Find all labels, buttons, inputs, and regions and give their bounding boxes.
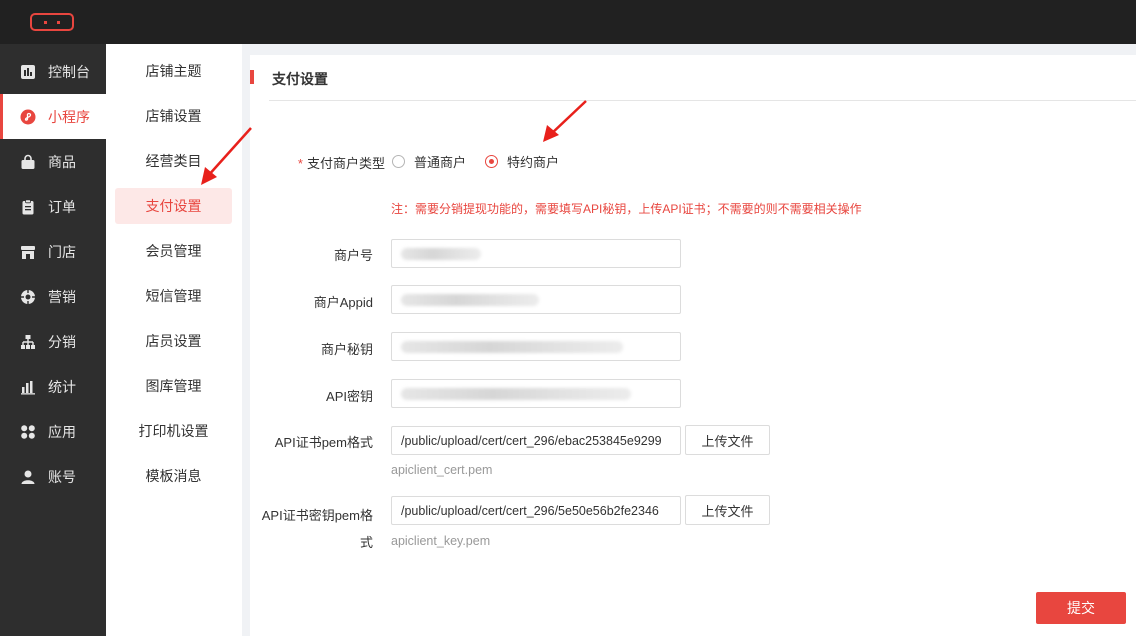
upload-cert-button[interactable]: 上传文件	[685, 425, 770, 455]
sidebar-item-label: 控制台	[48, 63, 90, 80]
radio-label: 特约商户	[507, 155, 560, 170]
redacted-value	[401, 387, 631, 400]
redacted-value	[401, 293, 539, 306]
subnav-item-gallery-management[interactable]: 图库管理	[115, 368, 232, 404]
sidebar-item-label: 营销	[48, 288, 76, 305]
subnav-item-business-category[interactable]: 经营类目	[115, 143, 232, 179]
merchant-id-input[interactable]	[391, 239, 681, 268]
subnav-item-store-settings[interactable]: 店铺设置	[115, 98, 232, 134]
hierarchy-icon	[19, 333, 37, 351]
sidebar-item-orders[interactable]: 订单	[0, 184, 106, 229]
merchant-type-label: * 支付商户类型	[297, 156, 385, 171]
api-key-label: API密钥	[326, 389, 373, 404]
clipboard-icon	[19, 198, 37, 216]
key-pem-label: API证书密钥pem格 式	[261, 508, 373, 550]
logo-icon[interactable]	[30, 13, 74, 31]
sidebar-item-distribution[interactable]: 分销	[0, 319, 106, 364]
merchant-appid-label: 商户Appid	[313, 295, 373, 310]
note-text: 注：需要分销提现功能的，需要填写API秘钥，上传API证书；不需要的则不需要相关…	[391, 202, 862, 216]
main-sidebar: 控制台 小程序 商品 订单 门店 营销 分销 统计 应用 账号	[0, 44, 106, 636]
section-title: 支付设置	[272, 71, 328, 87]
merchant-secret-label: 商户秘钥	[320, 342, 373, 357]
sidebar-item-stores[interactable]: 门店	[0, 229, 106, 274]
apps-grid-icon	[19, 423, 37, 441]
marketing-icon	[19, 288, 37, 306]
sidebar-item-label: 小程序	[48, 108, 90, 125]
sidebar-item-label: 商品	[48, 153, 76, 170]
sidebar-item-marketing[interactable]: 营销	[0, 274, 106, 319]
key-pem-input[interactable]: /public/upload/cert/cert_296/5e50e56b2fe…	[391, 496, 681, 525]
shopping-bag-icon	[19, 153, 37, 171]
subnav-item-printer-settings[interactable]: 打印机设置	[115, 413, 232, 449]
subnav-item-store-theme[interactable]: 店铺主题	[115, 53, 232, 89]
subnav-item-member-management[interactable]: 会员管理	[115, 233, 232, 269]
payment-settings-panel: 支付设置 * 支付商户类型 普通商户 特约商户 注：需要分销提现功能的，需要填写A…	[250, 55, 1136, 636]
redacted-value	[401, 247, 481, 260]
dashboard-icon	[19, 63, 37, 81]
subnav-item-template-messages[interactable]: 模板消息	[115, 458, 232, 494]
section-divider	[269, 100, 1136, 101]
sidebar-item-label: 账号	[48, 468, 76, 485]
bar-chart-icon	[19, 378, 37, 396]
cert-pem-input[interactable]: /public/upload/cert/cert_296/ebac253845e…	[391, 426, 681, 455]
sidebar-item-mini-program[interactable]: 小程序	[0, 94, 106, 139]
redacted-value	[401, 340, 623, 353]
sidebar-item-label: 统计	[48, 378, 76, 395]
sidebar-item-label: 分销	[48, 333, 76, 350]
radio-label: 普通商户	[414, 155, 467, 170]
sidebar-item-apps[interactable]: 应用	[0, 409, 106, 454]
submit-button[interactable]: 提交	[1036, 592, 1126, 624]
required-mark: *	[297, 156, 303, 171]
store-icon	[19, 243, 37, 261]
merchant-secret-input[interactable]	[391, 332, 681, 361]
sidebar-item-label: 订单	[48, 198, 76, 215]
cert-pem-label: API证书pem格式	[274, 435, 373, 450]
sidebar-item-statistics[interactable]: 统计	[0, 364, 106, 409]
api-key-input[interactable]	[391, 379, 681, 408]
merchant-id-label: 商户号	[333, 248, 373, 263]
section-accent-bar	[250, 70, 254, 84]
sidebar-item-account[interactable]: 账号	[0, 454, 106, 499]
subnav-item-staff-settings[interactable]: 店员设置	[115, 323, 232, 359]
user-icon	[19, 468, 37, 486]
sidebar-item-products[interactable]: 商品	[0, 139, 106, 184]
radio-normal-merchant[interactable]: 普通商户	[392, 152, 466, 171]
radio-circle	[392, 155, 405, 168]
mini-program-icon	[19, 108, 37, 126]
subnav-item-payment-settings[interactable]: 支付设置	[115, 188, 232, 224]
radio-circle	[485, 155, 498, 168]
cert-pem-hint: apiclient_cert.pem	[391, 463, 493, 477]
upload-key-button[interactable]: 上传文件	[685, 495, 770, 525]
sidebar-item-label: 应用	[48, 423, 76, 440]
key-pem-hint: apiclient_key.pem	[391, 534, 491, 548]
merchant-appid-input[interactable]	[391, 285, 681, 314]
top-bar	[0, 0, 1136, 44]
radio-special-merchant[interactable]: 特约商户	[485, 152, 559, 171]
sidebar-item-dashboard[interactable]: 控制台	[0, 49, 106, 94]
subnav-item-sms-management[interactable]: 短信管理	[115, 278, 232, 314]
sidebar-item-label: 门店	[48, 243, 76, 260]
secondary-sidebar: 店铺主题 店铺设置 经营类目 支付设置 会员管理 短信管理 店员设置 图库管理 …	[106, 44, 242, 636]
